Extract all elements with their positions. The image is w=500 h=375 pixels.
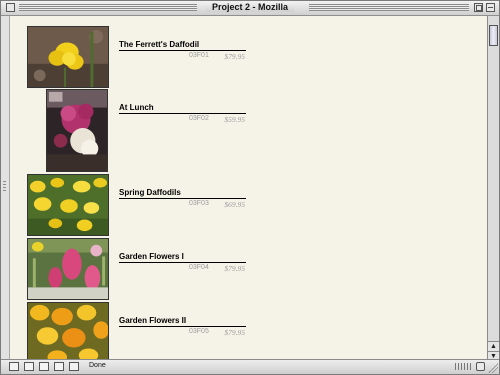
page-content: The Ferrett's Daffodil 03F01 $79.95 At L…	[9, 16, 488, 361]
scrollbar-thumb[interactable]	[489, 25, 498, 46]
product-image[interactable]	[27, 174, 109, 236]
composer-icon[interactable]	[39, 362, 49, 371]
orange-flowers-photo-icon	[28, 303, 108, 361]
grip-icon	[3, 181, 6, 193]
mail-icon[interactable]	[24, 362, 34, 371]
hyacinths-photo-icon	[28, 239, 108, 299]
online-indicator-icon	[455, 363, 471, 370]
resize-grip-icon[interactable]	[488, 363, 498, 373]
product-code: 03F01	[189, 52, 209, 59]
product-code: 03F03	[189, 200, 209, 207]
product-image[interactable]	[27, 26, 109, 88]
sidebar-grippy[interactable]	[1, 16, 9, 361]
product-code: 03F04	[189, 264, 209, 271]
product-price: $59.95	[224, 115, 245, 124]
product-price: $79.95	[224, 52, 245, 61]
product-name[interactable]: Spring Daffodils	[119, 188, 246, 199]
chat-icon[interactable]	[69, 362, 79, 371]
zoom-box[interactable]	[474, 3, 483, 12]
product-price: $69.95	[224, 200, 245, 209]
product-image[interactable]	[46, 89, 108, 172]
product-code: 03F02	[189, 115, 209, 122]
window-title: Project 2 - Mozilla	[205, 2, 295, 12]
security-lock-icon[interactable]	[476, 362, 485, 371]
product-name[interactable]: At Lunch	[119, 103, 246, 114]
product-image[interactable]	[27, 302, 109, 361]
product-image[interactable]	[27, 238, 109, 300]
address-book-icon[interactable]	[54, 362, 64, 371]
daffodil-photo-icon	[28, 27, 108, 87]
navigator-icon[interactable]	[9, 362, 19, 371]
browser-window: Project 2 - Mozilla The Ferrett's Daffod…	[0, 0, 500, 375]
vertical-scrollbar[interactable]: ▲ ▼	[487, 16, 499, 361]
product-code: 03F05	[189, 328, 209, 335]
product-name[interactable]: Garden Flowers I	[119, 252, 246, 263]
product-name[interactable]: The Ferrett's Daffodil	[119, 40, 246, 51]
status-text: Done	[89, 362, 106, 369]
status-bar: Done	[1, 359, 499, 374]
flower-arrangement-photo-icon	[47, 90, 107, 171]
product-price: $79.95	[224, 264, 245, 273]
title-bar[interactable]: Project 2 - Mozilla	[1, 1, 499, 16]
product-name[interactable]: Garden Flowers II	[119, 316, 246, 327]
scroll-up-icon[interactable]: ▲	[488, 341, 499, 351]
daffodil-field-photo-icon	[28, 175, 108, 235]
collapse-box[interactable]	[486, 3, 495, 12]
product-price: $79.95	[224, 328, 245, 337]
